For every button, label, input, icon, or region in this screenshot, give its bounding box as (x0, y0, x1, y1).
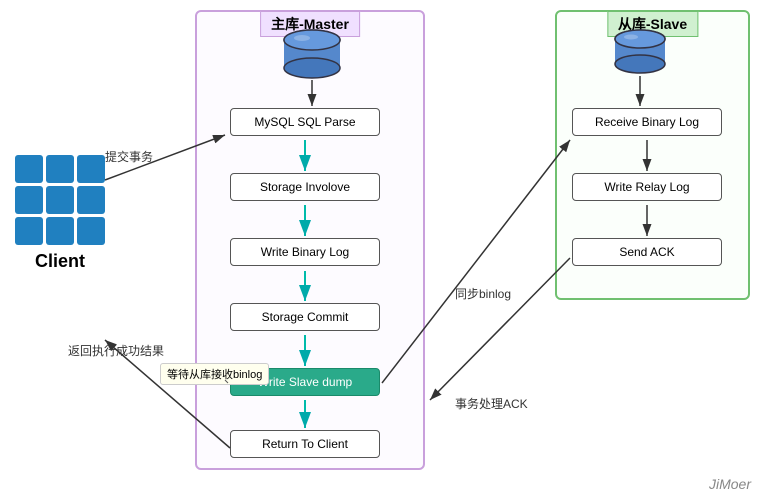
diagram-container: 主库-Master 从库-Slave (0, 0, 763, 500)
client-cell (46, 186, 74, 214)
client-cell (77, 217, 105, 245)
write-relay-log-box: Write Relay Log (572, 173, 722, 201)
client-label: Client (15, 251, 105, 272)
tx-ack-label: 事务处理ACK (455, 395, 528, 412)
storage-commit-box: Storage Commit (230, 303, 380, 331)
return-to-client-box: Return To Client (230, 430, 380, 458)
client-cell (46, 217, 74, 245)
mysql-sql-parse-label: MySQL SQL Parse (254, 115, 355, 129)
storage-involve-box: Storage Involove (230, 173, 380, 201)
write-binary-log-label: Write Binary Log (261, 245, 349, 259)
return-result-label: 返回执行成功结果 (68, 342, 164, 359)
watermark: JiMoer (709, 476, 751, 492)
mysql-sql-parse-box: MySQL SQL Parse (230, 108, 380, 136)
client-area: Client (15, 155, 105, 272)
client-cell (77, 186, 105, 214)
master-db-icon (282, 28, 342, 88)
return-to-client-label: Return To Client (262, 437, 348, 451)
write-relay-log-label: Write Relay Log (604, 180, 689, 194)
receive-binary-log-label: Receive Binary Log (595, 115, 699, 129)
write-slave-dump-label: Write Slave dump (258, 375, 352, 389)
client-cell (15, 186, 43, 214)
client-cell (77, 155, 105, 183)
client-cell (15, 155, 43, 183)
client-cell (15, 217, 43, 245)
storage-commit-label: Storage Commit (262, 310, 349, 324)
submit-tx-label: 提交事务 (105, 148, 153, 165)
storage-involve-label: Storage Involove (260, 180, 350, 194)
send-ack-label: Send ACK (619, 245, 674, 259)
slave-db-icon (613, 28, 668, 83)
client-grid (15, 155, 105, 245)
sync-binlog-label: 同步binlog (455, 285, 511, 302)
receive-binary-log-box: Receive Binary Log (572, 108, 722, 136)
client-cell (46, 155, 74, 183)
write-binary-log-box: Write Binary Log (230, 238, 380, 266)
wait-binlog-label: 等待从库接收binlog (160, 363, 269, 385)
send-ack-box: Send ACK (572, 238, 722, 266)
